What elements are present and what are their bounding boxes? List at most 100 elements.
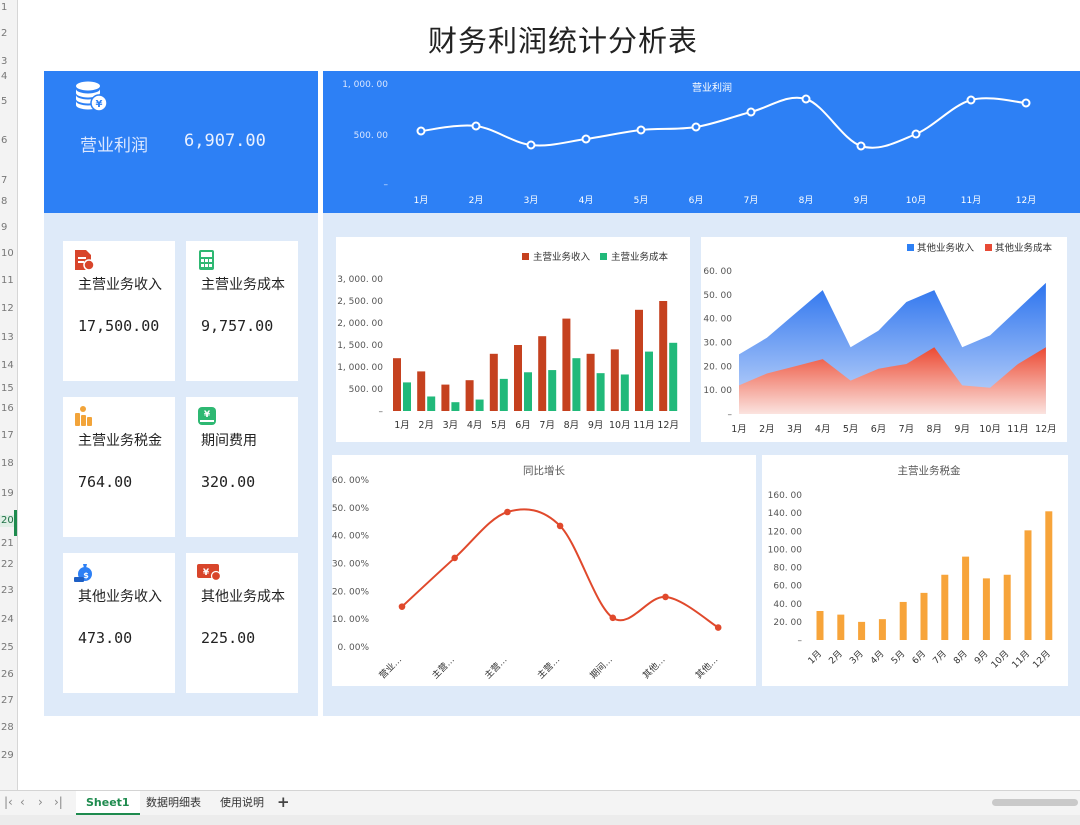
svg-text:¥: ¥ [203, 568, 210, 578]
row-number[interactable]: 10 [0, 248, 17, 260]
row-number[interactable]: 21 [0, 538, 17, 550]
row-number[interactable]: 3 [0, 56, 17, 68]
row-number[interactable]: 4 [0, 71, 17, 83]
x-tick-label: 5月 [634, 195, 649, 206]
status-bar [0, 815, 1080, 825]
row-number[interactable]: 7 [0, 175, 17, 187]
x-tick-label: 10月 [906, 195, 926, 206]
row-number[interactable]: 11 [0, 275, 17, 287]
row-number[interactable]: 24 [0, 614, 17, 626]
row-number[interactable]: 29 [0, 750, 17, 762]
y-tick-label: 500. 00 [349, 385, 384, 395]
x-tick-label: 6月 [871, 424, 887, 435]
legend-label: 其他业务成本 [995, 242, 1053, 254]
revenue-cost-bar-chart: 主营业务收入 主营业务成本 3, 000. 00 2, 500. 00 2, 000. … [337, 251, 679, 431]
svg-text:¥: ¥ [204, 410, 211, 420]
data-point [691, 122, 701, 132]
row-number[interactable]: 22 [0, 559, 17, 571]
tab-instructions[interactable]: 使用说明 [210, 791, 274, 815]
x-tick-label: 5月 [491, 420, 507, 431]
row-number[interactable]: 17 [0, 430, 17, 442]
x-tick-label: 10月 [979, 424, 1001, 435]
y-tick-label: 2, 500. 00 [337, 297, 383, 307]
x-tick-label: 7月 [539, 420, 555, 431]
y-tick-label: 20. 00 [703, 362, 732, 372]
card-main-revenue: 主营业务收入 17,500.00 [63, 241, 175, 381]
x-tick-label: 2月 [469, 195, 484, 206]
y-tick-label: 30. 00% [332, 560, 369, 570]
x-tick-label: 6月 [910, 648, 928, 666]
data-point [471, 121, 481, 131]
row-number[interactable]: 2 [0, 28, 17, 40]
add-sheet-button[interactable]: + [277, 793, 290, 811]
data-point [398, 603, 406, 610]
series-line-profit [420, 96, 1027, 149]
tab-sheet1[interactable]: Sheet1 [76, 791, 140, 815]
data-point [581, 134, 591, 144]
card-label: 期间费用 [201, 433, 257, 449]
row-number[interactable]: 6 [0, 135, 17, 147]
bar-revenue [393, 358, 401, 411]
card-main-tax: 主营业务税金 764.00 [63, 397, 175, 537]
card-other-revenue: $ 其他业务收入 473.00 [63, 553, 175, 693]
x-tick-label: 1月 [806, 648, 824, 666]
x-tick-label: 3月 [443, 420, 459, 431]
y-tick-label: – [384, 180, 389, 190]
revenue-cost-chart-card: 主营业务收入 主营业务成本 3, 000. 00 2, 500. 00 2, 000. … [336, 237, 690, 442]
prev-sheet-button[interactable]: ‹ [20, 795, 25, 809]
row-number[interactable]: 1 [0, 2, 17, 14]
x-tick-label: 4月 [467, 420, 483, 431]
data-point [416, 126, 426, 136]
x-tick-label: 5月 [843, 424, 859, 435]
y-tick-label: 60. 00 [773, 582, 802, 592]
row-number[interactable]: 15 [0, 383, 17, 395]
next-sheet-button[interactable]: › [38, 795, 43, 809]
x-tick-label: 1月 [394, 420, 410, 431]
y-tick-label: 1, 000. 00 [337, 363, 383, 373]
y-tick-label: 140. 00 [768, 509, 803, 519]
x-tick-label: 2月 [418, 420, 434, 431]
x-tick-label: 其他… [693, 654, 721, 682]
x-tick-label: 营业… [377, 654, 405, 682]
horizontal-scrollbar[interactable] [992, 799, 1078, 806]
row-number[interactable]: 9 [0, 222, 17, 234]
row-number[interactable]: 12 [0, 303, 17, 315]
coins-icon [75, 406, 92, 426]
x-tick-label: 期间… [587, 654, 615, 682]
row-number[interactable]: 26 [0, 669, 17, 681]
chart-title: 主营业务税金 [898, 464, 961, 477]
bar-cost [451, 402, 460, 411]
x-tick-label: 11月 [1010, 648, 1032, 670]
x-tick-label: 10月 [609, 420, 631, 431]
x-tick-label: 7月 [744, 195, 759, 206]
x-tick-label: 9月 [972, 648, 990, 666]
active-row-marker [14, 510, 17, 536]
card-main-cost: 主营业务成本 9,757.00 [186, 241, 298, 381]
bar-revenue [635, 309, 643, 411]
row-number[interactable]: 16 [0, 403, 17, 415]
bar-tax [899, 601, 907, 640]
bar-cost [548, 370, 557, 411]
bar-revenue [514, 345, 522, 411]
row-number[interactable]: 27 [0, 695, 17, 707]
legend-swatch [600, 253, 607, 260]
row-number[interactable]: 23 [0, 585, 17, 597]
row-number[interactable]: 19 [0, 488, 17, 500]
row-number[interactable]: 13 [0, 332, 17, 344]
last-sheet-button[interactable]: ›| [54, 795, 63, 809]
row-number[interactable]: 14 [0, 360, 17, 372]
row-number[interactable]: 5 [0, 96, 17, 108]
bar-tax [920, 592, 928, 640]
row-number[interactable]: 28 [0, 722, 17, 734]
card-label: 其他业务收入 [78, 589, 162, 605]
row-number[interactable]: 8 [0, 196, 17, 208]
y-tick-label: – [379, 407, 384, 417]
first-sheet-button[interactable]: |‹ [4, 795, 13, 809]
x-tick-label: 12月 [1016, 195, 1036, 206]
row-number[interactable]: 25 [0, 642, 17, 654]
tab-data-detail[interactable]: 数据明细表 [136, 791, 211, 815]
legend-swatch [907, 244, 914, 251]
y-tick-label: 100. 00 [768, 545, 803, 555]
row-number[interactable]: 18 [0, 458, 17, 470]
row-header-gutter[interactable]: 1 2 3 4 5 6 7 8 9 10 11 12 13 14 15 16 17 18 19 20 21 22 23 24 2… [0, 0, 18, 790]
